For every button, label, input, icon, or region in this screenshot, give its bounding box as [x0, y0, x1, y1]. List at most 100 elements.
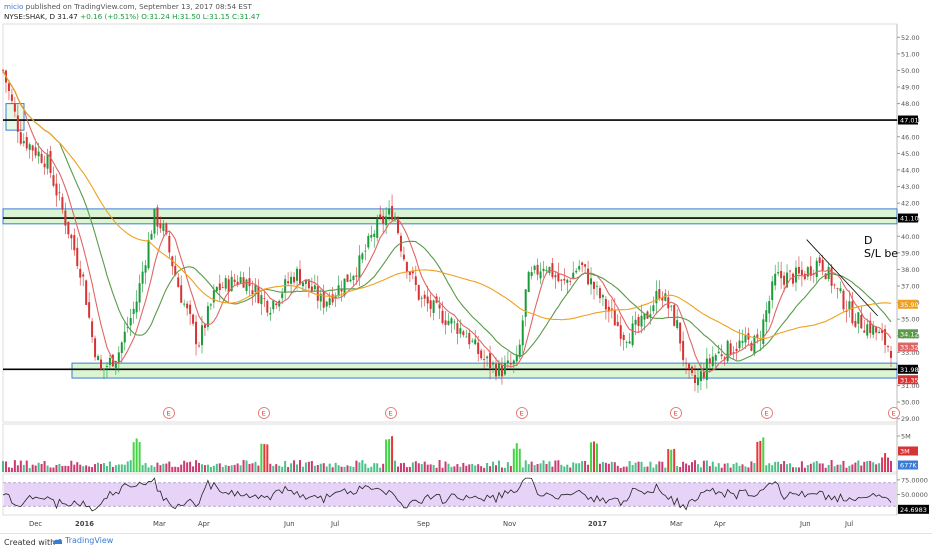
volume-bar	[239, 465, 242, 472]
candle	[293, 276, 296, 283]
volume-bar	[94, 464, 97, 472]
candle	[486, 356, 489, 359]
candle	[239, 277, 242, 284]
candle	[269, 312, 272, 315]
volume-bar	[278, 465, 281, 472]
candle	[180, 285, 183, 303]
volume-bar	[768, 463, 771, 472]
volume-bar	[85, 465, 88, 472]
volume-bar	[774, 461, 777, 472]
volume-bar	[872, 462, 875, 472]
volume-bar	[679, 467, 682, 472]
brand-link[interactable]: TradingView	[52, 536, 113, 545]
volume-bar	[46, 465, 49, 472]
volume-bar	[557, 460, 560, 472]
volume-bar	[518, 448, 521, 472]
price-tick-label: 52.00	[901, 34, 920, 42]
time-axis-label: Mar	[153, 520, 166, 528]
volume-bar	[340, 466, 343, 472]
candle	[322, 291, 325, 308]
candle	[91, 321, 94, 338]
candle	[367, 235, 370, 248]
volume-bar	[459, 466, 462, 472]
volume-bar	[28, 467, 31, 472]
volume-bar	[13, 460, 16, 472]
candle	[316, 286, 319, 301]
volume-bar	[183, 460, 186, 472]
volume-bar	[655, 464, 658, 472]
price-chart[interactable]: 52.0051.0050.0049.0048.0047.0046.0045.00…	[0, 0, 932, 533]
volume-bar	[542, 460, 545, 472]
candle	[423, 294, 426, 299]
volume-bar	[806, 465, 809, 472]
volume-bar	[218, 463, 221, 472]
tradingview-logo-icon	[53, 538, 62, 544]
volume-bar	[590, 442, 593, 472]
candle	[156, 207, 159, 227]
volume-bar	[298, 460, 301, 472]
candle	[34, 147, 37, 156]
volume-bar	[423, 461, 426, 472]
volume-bar	[438, 460, 441, 472]
candle	[738, 340, 741, 349]
candle	[604, 299, 607, 310]
candle	[560, 279, 563, 281]
time-axis-label: Dec	[29, 520, 42, 528]
candle	[254, 284, 257, 292]
volume-bar	[575, 463, 578, 472]
volume-bar	[358, 462, 361, 472]
volume-bar	[536, 464, 539, 472]
volume-bar	[138, 442, 141, 472]
volume-bar	[705, 460, 708, 472]
volume-bar	[664, 467, 667, 472]
earnings-label: E	[765, 410, 769, 418]
volume-bar	[254, 461, 257, 472]
volume-bar	[162, 463, 165, 472]
candle	[729, 343, 732, 356]
volume-bar	[866, 461, 869, 472]
candle	[117, 352, 120, 362]
volume-bar	[717, 463, 720, 472]
volume-bar	[696, 464, 699, 472]
candle	[58, 192, 61, 194]
candle	[827, 266, 830, 279]
candle	[833, 284, 836, 286]
volume-bar	[405, 467, 408, 472]
candle	[836, 288, 839, 290]
candle	[492, 362, 495, 365]
candle	[866, 324, 869, 336]
candle	[198, 345, 201, 347]
candle	[105, 366, 108, 367]
candle	[108, 357, 111, 365]
candle	[147, 239, 150, 269]
volume-bar	[316, 464, 319, 472]
candle	[417, 285, 420, 300]
volume-bar	[836, 464, 839, 472]
candle	[545, 270, 548, 271]
volume-bar	[848, 465, 851, 472]
time-axis-label: Apr	[714, 520, 726, 528]
candle	[52, 175, 55, 186]
volume-bar	[827, 464, 830, 472]
candle	[658, 289, 661, 299]
rsi-value-label: 24.6983	[900, 506, 927, 514]
volume-bar	[566, 464, 569, 472]
candle	[581, 262, 584, 266]
candle	[408, 271, 411, 276]
candle	[248, 278, 251, 287]
support-zone	[2, 208, 898, 225]
volume-bar	[117, 464, 120, 472]
time-axis-label: Apr	[198, 520, 210, 528]
rsi-tick-label: 50.0000	[901, 491, 928, 499]
candle	[890, 351, 892, 358]
volume-bar	[168, 461, 171, 472]
candle	[275, 303, 278, 306]
volume-bar	[881, 457, 884, 472]
volume-bar	[2, 461, 4, 472]
volume-bar	[200, 464, 203, 472]
volume-bar	[275, 464, 278, 472]
volume-bar	[783, 461, 786, 472]
volume-bar	[509, 465, 512, 472]
volume-bar	[370, 466, 373, 472]
time-axis-label: 2017	[588, 520, 607, 528]
